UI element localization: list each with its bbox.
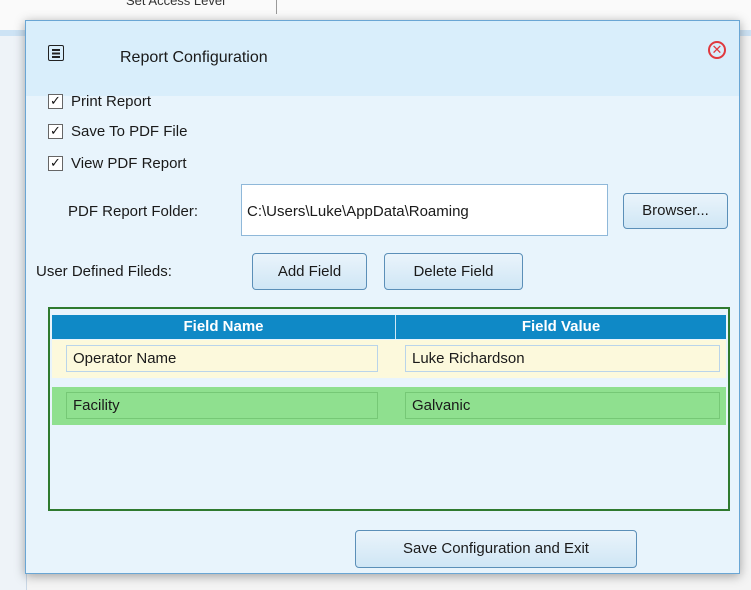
close-icon[interactable]: ✕ xyxy=(708,41,726,59)
pdf-folder-input[interactable]: C:\Users\Luke\AppData\Roaming xyxy=(241,184,608,236)
dialog-title: Report Configuration xyxy=(120,49,268,66)
background-cell: Set Access Level xyxy=(60,0,277,14)
table-row-selected[interactable]: Facility Galvanic xyxy=(52,387,726,425)
document-list-icon xyxy=(48,45,64,61)
background-left-panel xyxy=(0,36,27,590)
checkbox-checked-icon[interactable]: ✓ xyxy=(48,94,63,109)
print-report-checkbox[interactable]: ✓ Print Report xyxy=(48,93,151,110)
field-name-cell[interactable]: Operator Name xyxy=(66,345,378,372)
user-fields-grid[interactable]: Field Name Field Value Operator Name Luk… xyxy=(48,307,730,511)
dialog-titlebar: Report Configuration ✕ xyxy=(26,21,739,96)
table-row[interactable]: Operator Name Luke Richardson xyxy=(52,340,726,378)
browse-button[interactable]: Browser... xyxy=(623,193,728,229)
report-configuration-dialog: Report Configuration ✕ ✓ Print Report ✓ … xyxy=(25,20,740,574)
background-cell-text: Set Access Level xyxy=(126,0,225,8)
checkbox-checked-icon[interactable]: ✓ xyxy=(48,156,63,171)
field-value-cell[interactable]: Luke Richardson xyxy=(405,345,720,372)
field-name-cell[interactable]: Facility xyxy=(66,392,378,419)
checkbox-checked-icon[interactable]: ✓ xyxy=(48,124,63,139)
pdf-folder-label: PDF Report Folder: xyxy=(68,203,199,220)
view-pdf-label: View PDF Report xyxy=(71,155,187,172)
view-pdf-checkbox[interactable]: ✓ View PDF Report xyxy=(48,155,187,172)
grid-header: Field Name Field Value xyxy=(52,315,726,339)
field-value-cell[interactable]: Galvanic xyxy=(405,392,720,419)
column-header-field-name[interactable]: Field Name xyxy=(52,315,396,339)
save-configuration-button[interactable]: Save Configuration and Exit xyxy=(355,530,637,568)
print-report-label: Print Report xyxy=(71,93,152,110)
column-header-field-value[interactable]: Field Value xyxy=(396,315,726,339)
delete-field-button[interactable]: Delete Field xyxy=(384,253,523,290)
user-defined-fields-label: User Defined Fileds: xyxy=(36,263,172,280)
save-to-pdf-label: Save To PDF File xyxy=(71,123,188,140)
save-to-pdf-checkbox[interactable]: ✓ Save To PDF File xyxy=(48,123,187,140)
add-field-button[interactable]: Add Field xyxy=(252,253,367,290)
